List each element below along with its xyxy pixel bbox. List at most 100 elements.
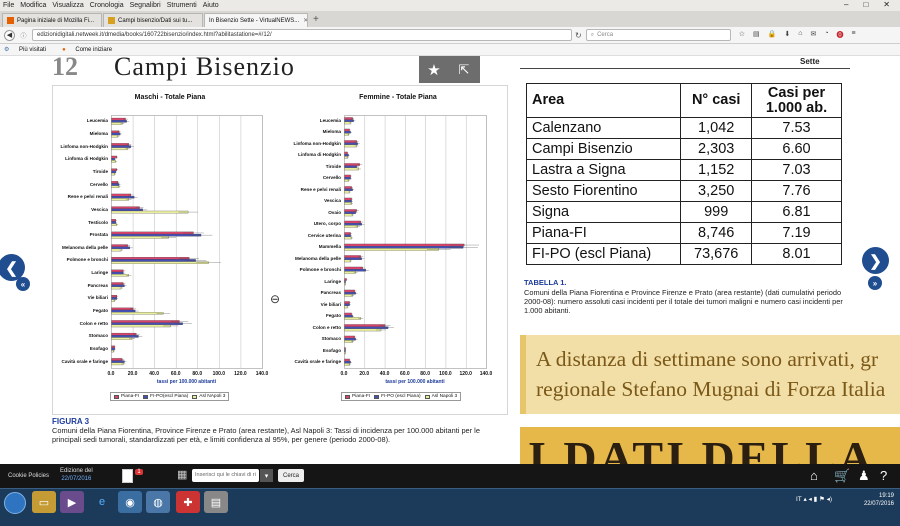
tick-label: 120.0 <box>234 371 247 377</box>
cart-icon[interactable]: 🛒 <box>834 468 850 484</box>
category-label: Colon e retto <box>312 324 341 330</box>
tab-mozilla[interactable]: Pagina iniziale di Mozilla Fi... <box>2 13 102 27</box>
language-indicator[interactable]: IT <box>796 496 802 503</box>
tab-campi-bisenzio[interactable]: Campi bisenzio/Dati sui tu... <box>103 13 203 27</box>
menu-strumenti[interactable]: Strumenti <box>167 2 197 9</box>
search-icon: ⌕ <box>590 31 595 38</box>
reader-icon[interactable]: ▤ <box>753 30 760 40</box>
menu-icon[interactable]: ≡ <box>852 30 856 40</box>
table-header-row: Area N° casi Casi per 1.000 ab. <box>525 83 842 118</box>
lock-icon[interactable]: 🔒 <box>768 30 777 40</box>
search-button[interactable]: Cerca <box>278 469 304 482</box>
internet-explorer-icon[interactable]: e <box>90 491 114 513</box>
tick-label: 60.0 <box>399 371 410 377</box>
table-cell: 999 <box>680 201 752 223</box>
menu-bar: File Modifica Visualizza Cronologia Segn… <box>0 0 900 11</box>
menu-aiuto[interactable]: Aiuto <box>203 2 219 9</box>
media-player-icon[interactable]: ▶ <box>60 491 84 513</box>
bar <box>344 246 464 249</box>
page-thumbnail-icon[interactable] <box>122 469 133 483</box>
tab-label: Pagina iniziale di Mozilla Fi... <box>17 17 95 24</box>
app-icon[interactable]: ▤ <box>204 491 228 513</box>
new-tab-icon[interactable]: + <box>313 14 319 25</box>
back-icon[interactable]: ◀ <box>4 29 15 41</box>
bookmark-getting-started[interactable]: ● Come iniziare <box>62 47 120 53</box>
menu-file[interactable]: File <box>3 2 14 9</box>
table-header: Casi per 1.000 ab. <box>751 83 842 118</box>
keyword-options-icon[interactable]: ▾ <box>260 469 273 482</box>
close-tab-icon[interactable]: ✕ <box>303 17 307 24</box>
reload-icon[interactable]: ↻ <box>575 31 582 40</box>
category-label: Tiroide <box>325 163 341 169</box>
tick-label: 60.0 <box>170 371 181 377</box>
category-label: Linfoma non-Hodgkin <box>293 140 341 146</box>
bar <box>111 196 135 199</box>
home-icon[interactable]: ⌂ <box>798 30 802 40</box>
category-label: Leucemia <box>319 117 341 123</box>
bookmark-most-visited[interactable]: ⚙ Più visitati <box>4 46 54 53</box>
bar <box>344 248 439 251</box>
firefox-icon <box>7 17 14 24</box>
user-icon[interactable]: ♟ <box>858 468 870 484</box>
legend-label: FI-PO (escl Piana) <box>381 394 421 399</box>
last-page-button[interactable]: » <box>868 276 882 290</box>
x-axis-title: tassi per 100.000 abitanti <box>156 379 217 385</box>
table-row: Lastra a Signa 1,152 7.03 <box>525 159 842 181</box>
table-header: Area <box>525 83 682 118</box>
chat-icon[interactable]: ✉ <box>810 30 816 40</box>
start-button[interactable] <box>4 492 26 514</box>
share-icon[interactable]: ⇱ <box>449 56 479 83</box>
legend-swatch <box>345 394 350 399</box>
pocket-icon[interactable]: ◔ <box>824 30 828 40</box>
menu-cronologia[interactable]: Cronologia <box>90 2 124 9</box>
bar <box>111 320 180 323</box>
category-label: Stomaco <box>321 336 341 342</box>
page-number: 12 <box>52 56 78 81</box>
info-icon[interactable]: ⓘ <box>18 30 29 41</box>
download-icon[interactable]: ⬇ <box>784 30 790 40</box>
clock[interactable]: 19:19 22/07/2016 <box>864 492 894 508</box>
cookie-policies-link[interactable]: Cookie Policies <box>8 473 49 479</box>
bar <box>344 326 389 329</box>
help-icon[interactable]: ? <box>880 468 887 483</box>
table-cell: 8,746 <box>680 222 752 244</box>
menu-segnalibri[interactable]: Segnalibri <box>130 2 161 9</box>
bar <box>111 259 196 262</box>
app-icon[interactable]: ✚ <box>176 491 200 513</box>
bar <box>344 243 465 247</box>
pinterest-icon[interactable]: ⓿ <box>837 30 844 40</box>
first-page-button[interactable]: « <box>16 277 30 291</box>
table-cell: 7.03 <box>751 159 842 181</box>
table-cell: Campi Bisenzio <box>525 138 682 160</box>
edition-selector[interactable]: Edizione del 22/07/2016 <box>60 467 93 483</box>
chrome-icon[interactable]: ◉ <box>118 491 142 513</box>
category-label: Rene e pelvi renali <box>300 186 341 192</box>
close-icon[interactable]: ✕ <box>883 0 890 9</box>
category-label: Colon e retto <box>79 320 108 326</box>
bar <box>111 261 209 264</box>
zoom-out-icon[interactable]: ⊖ <box>270 292 280 306</box>
bar <box>111 332 137 336</box>
category-label: Testicolo <box>88 219 108 225</box>
star-icon[interactable]: ☆ <box>739 30 745 40</box>
url-field[interactable]: edizionidigitali.netweek.it/dmedia/books… <box>32 29 572 41</box>
category-label: Linfoma non-Hodgkin <box>60 143 108 149</box>
menu-visualizza[interactable]: Visualizza <box>52 2 83 9</box>
maximize-icon[interactable]: □ <box>863 0 868 9</box>
minimize-icon[interactable]: – <box>844 0 848 9</box>
firefox-icon[interactable]: ◍ <box>146 491 170 513</box>
next-page-button[interactable]: ❯ <box>862 247 889 274</box>
category-label: Vescica <box>91 206 108 212</box>
file-explorer-icon[interactable]: ▭ <box>32 491 56 513</box>
favorite-star-icon[interactable]: ★ <box>419 56 449 83</box>
search-input[interactable]: ⌕ Cerca <box>585 29 731 41</box>
grid-icon[interactable]: ▦ <box>177 468 187 481</box>
home-icon[interactable]: ⌂ <box>810 468 818 483</box>
bar <box>111 307 134 311</box>
tray-icons[interactable]: ▴ ◂ ▮ ⚑ ◂) <box>803 496 832 503</box>
menu-modifica[interactable]: Modifica <box>20 2 46 9</box>
bar <box>111 193 132 197</box>
category-label: Cervello <box>89 181 108 187</box>
tab-bisenzio-sette[interactable]: In Bisenzio Sette - VirtualNEWS... ✕ <box>204 13 308 27</box>
keyword-search-input[interactable]: Inserisci qui le chiavi di ri <box>192 469 259 482</box>
